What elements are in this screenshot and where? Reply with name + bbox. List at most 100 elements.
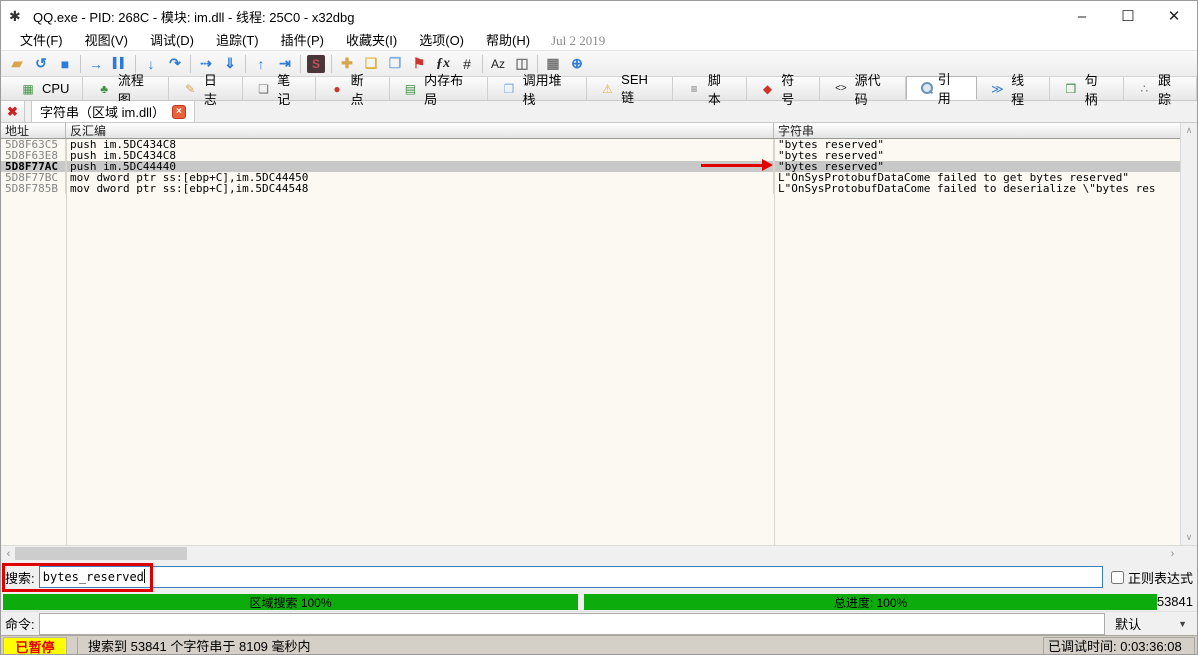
region-search-progressbar: 区域搜索 100%: [3, 594, 578, 610]
symbols-icon: ◆: [760, 82, 775, 96]
close-button[interactable]: ✕: [1151, 2, 1197, 31]
tab-graph[interactable]: ♣流程图: [83, 77, 169, 100]
tab-label: 源代码: [855, 70, 893, 108]
string-text: ": [877, 150, 884, 161]
tab-label: CPU: [42, 81, 69, 96]
table-row[interactable]: 5D8F63E8 push im.5DC434C8 "bytes_reserve…: [1, 150, 1197, 161]
tab-close-icon[interactable]: ×: [172, 105, 186, 119]
tab-script[interactable]: ≡脚本: [673, 77, 746, 100]
menu-debug[interactable]: 调试(D): [139, 31, 205, 51]
regex-checkbox[interactable]: [1111, 571, 1124, 584]
step-over-icon[interactable]: ↷: [163, 53, 187, 75]
annotation-arrow: [701, 164, 763, 167]
tab-handles[interactable]: ❒句柄: [1050, 77, 1123, 100]
toolbar-separator: [80, 55, 81, 73]
script-badge-icon[interactable]: S: [304, 53, 328, 75]
vertical-scrollbar[interactable]: ∧ ∨: [1180, 123, 1197, 545]
status-message: 搜索到 53841 个字符串于 8109 毫秒内: [77, 637, 1043, 655]
progress-label: 区域搜索 100%: [249, 594, 331, 611]
maximize-button[interactable]: ☐: [1105, 2, 1151, 31]
string-text: L"OnSysProtobufDataCome failed to deseri…: [778, 183, 1096, 194]
memory-map-icon: ▤: [403, 82, 418, 96]
scrollbar-thumb[interactable]: [15, 547, 187, 560]
tab-symbols[interactable]: ◆符号: [747, 77, 820, 100]
match-highlight: bytes_reserved: [785, 161, 878, 172]
minimize-button[interactable]: –: [1059, 2, 1105, 31]
disasm-cell: push im.5DC44440: [66, 161, 774, 172]
menu-plugins[interactable]: 插件(P): [270, 31, 335, 51]
search-label: 搜索:: [5, 568, 39, 587]
tab-label: 断点: [351, 70, 376, 108]
string-text: L"OnSysProtobufDataCome failed to get: [778, 172, 1030, 183]
tab-cpu[interactable]: ▦CPU: [7, 77, 83, 100]
table-row[interactable]: 5D8F77BC mov dword ptr ss:[ebp+C],im.5DC…: [1, 172, 1197, 183]
menu-view[interactable]: 视图(V): [74, 31, 139, 51]
menu-favourites[interactable]: 收藏夹(I): [335, 31, 408, 51]
labels-icon[interactable]: ❐: [383, 53, 407, 75]
close-all-tabs-button[interactable]: ✖: [1, 101, 25, 122]
string-text: ": [778, 150, 785, 161]
string-text: ": [1122, 172, 1129, 183]
disasm-cell: push im.5DC434C8: [66, 139, 774, 150]
tab-references[interactable]: 引用: [906, 76, 977, 100]
tab-label: 脚本: [708, 70, 733, 108]
string-cell: "bytes_reserved": [774, 161, 1182, 172]
title-bar: ✱ QQ.exe - PID: 268C - 模块: im.dll - 线程: …: [1, 1, 1197, 31]
tab-breakpoints[interactable]: ●断点: [316, 77, 389, 100]
step-out-icon[interactable]: ↑: [249, 53, 273, 75]
table-row-selected[interactable]: 5D8F77AC push im.5DC44440 "bytes_reserve…: [1, 161, 1197, 172]
menu-help[interactable]: 帮助(H): [475, 31, 541, 51]
column-header-string[interactable]: 字符串: [774, 123, 1182, 138]
progress-label: 总进度: 100%: [834, 594, 907, 611]
search-value: bytes_reserved: [43, 570, 144, 584]
table-row[interactable]: 5D8F63C5 push im.5DC434C8 "bytes_reserve…: [1, 139, 1197, 150]
tab-trace[interactable]: ∴跟踪: [1124, 77, 1197, 100]
source-code-icon: <>: [833, 83, 848, 94]
toolbar-separator: [482, 55, 483, 73]
seh-chain-icon: ⚠: [600, 82, 615, 96]
column-divider: [774, 139, 775, 545]
scroll-right-icon[interactable]: ›: [1165, 546, 1180, 561]
breakpoint-icon: ●: [329, 82, 344, 96]
menu-options[interactable]: 选项(O): [408, 31, 475, 51]
tab-seh[interactable]: ⚠SEH链: [587, 77, 674, 100]
tab-label: 符号: [781, 70, 806, 108]
strings-region-tab[interactable]: 字符串（区域 im.dll） ×: [31, 101, 195, 122]
tab-threads[interactable]: ≫线程: [977, 77, 1050, 100]
column-header-disassembly[interactable]: 反汇编: [66, 123, 774, 138]
tab-log[interactable]: ✎日志: [169, 77, 242, 100]
run-icon[interactable]: →: [84, 53, 108, 75]
tab-label: 笔记: [277, 70, 302, 108]
restart-icon[interactable]: ↺: [29, 53, 53, 75]
graph-icon: ♣: [96, 82, 111, 96]
case-search-icon[interactable]: Az: [486, 53, 510, 75]
menu-trace[interactable]: 追踪(T): [205, 31, 270, 51]
tab-memory-map[interactable]: ▤内存布局: [390, 77, 489, 100]
s-glyph: S: [307, 55, 325, 73]
tab-source[interactable]: <>源代码: [820, 77, 906, 100]
string-cell: "bytes_reserved": [774, 150, 1182, 161]
string-cell: "bytes_reserved": [774, 139, 1182, 150]
search-input[interactable]: bytes_reserved: [39, 566, 1103, 588]
address-cell: 5D8F785B: [1, 183, 66, 194]
string-text: ": [877, 161, 884, 172]
scroll-left-icon[interactable]: ‹: [1, 546, 16, 561]
menu-file[interactable]: 文件(F): [9, 31, 74, 51]
chevron-down-icon: ▼: [1178, 619, 1187, 629]
strings-tab-label: 字符串（区域 im.dll）: [40, 102, 165, 121]
tab-notes[interactable]: ❏笔记: [243, 77, 316, 100]
table-row[interactable]: 5D8F785B mov dword ptr ss:[ebp+C],im.5DC…: [1, 183, 1197, 194]
build-date: Jul 2 2019: [551, 33, 605, 49]
total-progressbar: 总进度: 100%: [584, 594, 1157, 610]
scroll-up-icon[interactable]: ∧: [1181, 123, 1197, 138]
horizontal-scrollbar[interactable]: ‹ ›: [1, 545, 1197, 561]
tab-label: SEH链: [621, 72, 659, 106]
tab-call-stack[interactable]: ❐调用堆栈: [488, 77, 587, 100]
command-preset-dropdown[interactable]: 默认 ▼: [1109, 613, 1193, 635]
match-highlight: bytes_reserved: [785, 139, 878, 150]
stop-icon[interactable]: ■: [53, 53, 77, 75]
command-input[interactable]: [39, 613, 1105, 635]
scroll-down-icon[interactable]: ∨: [1181, 530, 1197, 545]
open-file-icon[interactable]: ▰: [5, 53, 29, 75]
column-header-address[interactable]: 地址: [1, 123, 66, 138]
